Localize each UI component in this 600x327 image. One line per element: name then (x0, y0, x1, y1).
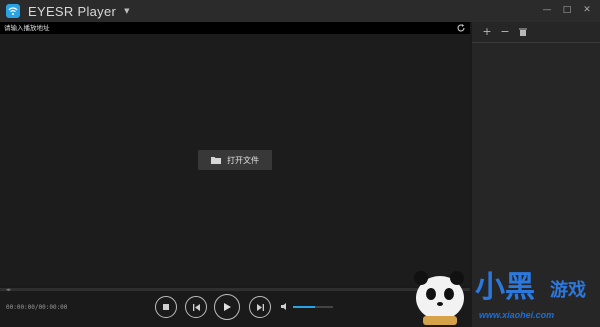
playlist-toolbar: + − (472, 22, 600, 42)
add-icon[interactable]: + (482, 26, 492, 37)
folder-icon (211, 157, 221, 164)
trash-icon[interactable] (518, 27, 528, 37)
maximize-button[interactable]: □ (562, 4, 572, 16)
watermark-subtitle: 游戏 (550, 280, 586, 301)
stop-button[interactable] (155, 296, 177, 318)
minimize-button[interactable]: — (542, 4, 552, 16)
panda-mascot-icon (414, 271, 464, 325)
url-input[interactable] (0, 22, 456, 34)
url-bar (0, 22, 470, 34)
title-bar: EYESR Player ▼ — □ ✕ (0, 0, 600, 22)
play-icon (224, 303, 231, 311)
close-button[interactable]: ✕ (582, 4, 592, 16)
watermark-title: 小黑 (475, 270, 535, 305)
previous-icon (192, 303, 200, 311)
open-file-button[interactable]: 打开文件 (198, 150, 272, 170)
playlist-divider (472, 42, 600, 43)
stop-icon (163, 304, 169, 310)
playback-controls: 00:00:00/00:00:00 (0, 291, 470, 327)
volume-slider[interactable] (293, 306, 333, 308)
watermark: 小黑 游戏 www.xiaohei.com (405, 258, 600, 327)
app-logo-icon (6, 4, 20, 18)
next-button[interactable] (249, 296, 271, 318)
watermark-url: www.xiaohei.com (479, 310, 555, 320)
video-area[interactable]: 打开文件 (0, 34, 470, 286)
refresh-icon[interactable] (456, 23, 466, 33)
open-file-label: 打开文件 (227, 155, 259, 165)
next-icon (256, 303, 264, 311)
app-title: EYESR Player (28, 3, 117, 19)
volume-icon[interactable] (281, 302, 290, 311)
volume-level (293, 306, 315, 308)
time-display: 00:00:00/00:00:00 (6, 304, 68, 311)
app-menu-dropdown-icon[interactable]: ▼ (124, 7, 129, 15)
previous-button[interactable] (185, 296, 207, 318)
play-button[interactable] (214, 294, 240, 320)
remove-icon[interactable]: − (500, 26, 510, 37)
